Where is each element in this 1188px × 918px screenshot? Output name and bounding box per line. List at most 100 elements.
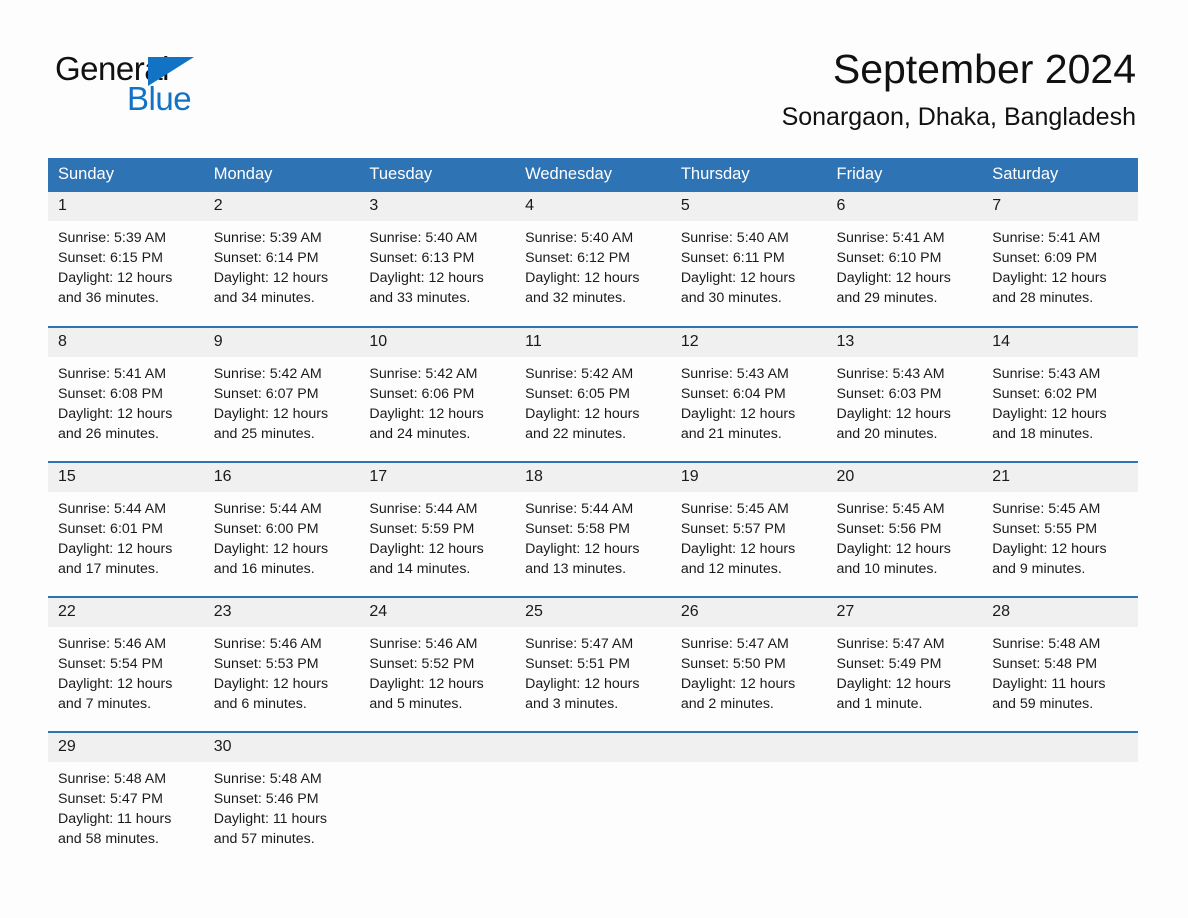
day-number: 6	[826, 192, 983, 221]
day-details: Sunrise: 5:40 AM Sunset: 6:11 PM Dayligh…	[671, 221, 827, 308]
weekday-header-wednesday: Wednesday	[515, 158, 671, 192]
sunrise-text: Sunrise: 5:47 AM	[525, 636, 634, 652]
day-cell[interactable]: 6 Sunrise: 5:41 AM Sunset: 6:10 PM Dayli…	[826, 192, 983, 327]
day-cell[interactable]: 8 Sunrise: 5:41 AM Sunset: 6:08 PM Dayli…	[48, 327, 204, 462]
day-cell[interactable]: 21 Sunrise: 5:45 AM Sunset: 5:55 PM Dayl…	[982, 462, 1138, 597]
daylight-text-line2: and 25 minutes.	[213, 426, 315, 442]
day-number: 27	[826, 598, 983, 627]
day-details: Sunrise: 5:44 AM Sunset: 6:01 PM Dayligh…	[48, 492, 204, 579]
daylight-text-line2: and 12 minutes.	[680, 561, 782, 577]
day-cell[interactable]: 26 Sunrise: 5:47 AM Sunset: 5:50 PM Dayl…	[670, 597, 827, 732]
daylight-text-line1: Daylight: 12 hours	[836, 541, 951, 557]
daylight-text-line2: and 29 minutes.	[836, 290, 938, 306]
day-details: Sunrise: 5:47 AM Sunset: 5:49 PM Dayligh…	[827, 627, 983, 714]
day-cell[interactable]: 9 Sunrise: 5:42 AM Sunset: 6:07 PM Dayli…	[203, 327, 360, 462]
weekday-header-sunday: Sunday	[48, 158, 204, 192]
day-number	[982, 733, 1138, 762]
sunset-text: Sunset: 6:03 PM	[836, 386, 942, 402]
day-cell[interactable]: 2 Sunrise: 5:39 AM Sunset: 6:14 PM Dayli…	[203, 192, 360, 327]
daylight-text-line2: and 1 minute.	[836, 696, 923, 712]
day-cell[interactable]: 5 Sunrise: 5:40 AM Sunset: 6:11 PM Dayli…	[670, 192, 827, 327]
day-number: 11	[515, 328, 671, 357]
day-details: Sunrise: 5:45 AM Sunset: 5:56 PM Dayligh…	[827, 492, 983, 579]
calendar-week-row: 22 Sunrise: 5:46 AM Sunset: 5:54 PM Dayl…	[48, 597, 1138, 732]
sunrise-text: Sunrise: 5:45 AM	[992, 501, 1101, 517]
daylight-text-line2: and 6 minutes.	[213, 696, 307, 712]
day-number	[826, 733, 983, 762]
weekday-header-friday: Friday	[826, 158, 983, 192]
daylight-text-line1: Daylight: 12 hours	[58, 676, 173, 692]
sunset-text: Sunset: 6:01 PM	[58, 521, 163, 537]
sunrise-text: Sunrise: 5:41 AM	[992, 230, 1101, 246]
sunset-text: Sunset: 6:12 PM	[525, 250, 630, 266]
sunset-text: Sunset: 6:10 PM	[836, 250, 942, 266]
day-cell[interactable]: 29 Sunrise: 5:48 AM Sunset: 5:47 PM Dayl…	[48, 732, 204, 867]
day-cell[interactable]: 16 Sunrise: 5:44 AM Sunset: 6:00 PM Dayl…	[203, 462, 360, 597]
daylight-text-line1: Daylight: 12 hours	[525, 270, 640, 286]
day-cell[interactable]: 18 Sunrise: 5:44 AM Sunset: 5:58 PM Dayl…	[515, 462, 671, 597]
calendar-week-row: 8 Sunrise: 5:41 AM Sunset: 6:08 PM Dayli…	[48, 327, 1138, 462]
day-cell[interactable]: 3 Sunrise: 5:40 AM Sunset: 6:13 PM Dayli…	[359, 192, 516, 327]
day-cell[interactable]: 12 Sunrise: 5:43 AM Sunset: 6:04 PM Dayl…	[670, 327, 827, 462]
daylight-text-line2: and 3 minutes.	[525, 696, 619, 712]
daylight-text-line1: Daylight: 11 hours	[213, 811, 328, 827]
daylight-text-line1: Daylight: 12 hours	[836, 676, 951, 692]
daylight-text-line1: Daylight: 12 hours	[213, 676, 329, 692]
sunset-text: Sunset: 6:06 PM	[369, 386, 475, 402]
day-cell[interactable]: 15 Sunrise: 5:44 AM Sunset: 6:01 PM Dayl…	[48, 462, 204, 597]
weekday-header-tuesday: Tuesday	[359, 158, 516, 192]
day-number: 4	[515, 192, 671, 221]
day-number: 15	[48, 463, 204, 492]
calendar-header-row: Sunday Monday Tuesday Wednesday Thursday…	[48, 158, 1138, 192]
day-cell[interactable]: 11 Sunrise: 5:42 AM Sunset: 6:05 PM Dayl…	[515, 327, 671, 462]
day-cell[interactable]: 22 Sunrise: 5:46 AM Sunset: 5:54 PM Dayl…	[48, 597, 204, 732]
day-details: Sunrise: 5:39 AM Sunset: 6:14 PM Dayligh…	[204, 221, 360, 308]
sunrise-text: Sunrise: 5:40 AM	[369, 230, 478, 246]
sunrise-text: Sunrise: 5:48 AM	[58, 771, 167, 787]
sunset-text: Sunset: 5:52 PM	[369, 656, 475, 672]
day-details: Sunrise: 5:41 AM Sunset: 6:10 PM Dayligh…	[827, 221, 983, 308]
daylight-text-line1: Daylight: 12 hours	[369, 676, 484, 692]
daylight-text-line2: and 22 minutes.	[525, 426, 627, 442]
day-cell[interactable]: 17 Sunrise: 5:44 AM Sunset: 5:59 PM Dayl…	[359, 462, 516, 597]
day-cell[interactable]: 30 Sunrise: 5:48 AM Sunset: 5:46 PM Dayl…	[203, 732, 360, 867]
day-cell[interactable]: 1 Sunrise: 5:39 AM Sunset: 6:15 PM Dayli…	[48, 192, 204, 327]
weekday-header-monday: Monday	[203, 158, 360, 192]
daylight-text-line1: Daylight: 12 hours	[992, 541, 1107, 557]
day-cell[interactable]: 27 Sunrise: 5:47 AM Sunset: 5:49 PM Dayl…	[826, 597, 983, 732]
day-cell[interactable]: 7 Sunrise: 5:41 AM Sunset: 6:09 PM Dayli…	[982, 192, 1138, 327]
day-cell[interactable]: 14 Sunrise: 5:43 AM Sunset: 6:02 PM Dayl…	[982, 327, 1138, 462]
daylight-text-line2: and 36 minutes.	[58, 290, 159, 306]
day-number: 1	[48, 192, 204, 221]
day-details	[359, 762, 515, 769]
day-cell[interactable]: 10 Sunrise: 5:42 AM Sunset: 6:06 PM Dayl…	[359, 327, 516, 462]
day-number: 24	[359, 598, 516, 627]
generalblue-logo[interactable]: General Blue	[55, 52, 205, 115]
daylight-text-line1: Daylight: 12 hours	[992, 270, 1107, 286]
day-number: 12	[670, 328, 827, 357]
day-cell[interactable]: 25 Sunrise: 5:47 AM Sunset: 5:51 PM Dayl…	[515, 597, 671, 732]
day-number: 17	[359, 463, 516, 492]
daylight-text-line1: Daylight: 12 hours	[680, 270, 796, 286]
day-cell[interactable]: 19 Sunrise: 5:45 AM Sunset: 5:57 PM Dayl…	[670, 462, 827, 597]
day-cell[interactable]: 28 Sunrise: 5:48 AM Sunset: 5:48 PM Dayl…	[982, 597, 1138, 732]
day-cell-empty	[670, 732, 827, 867]
day-cell[interactable]: 23 Sunrise: 5:46 AM Sunset: 5:53 PM Dayl…	[203, 597, 360, 732]
day-details: Sunrise: 5:40 AM Sunset: 6:12 PM Dayligh…	[515, 221, 671, 308]
day-cell[interactable]: 4 Sunrise: 5:40 AM Sunset: 6:12 PM Dayli…	[515, 192, 671, 327]
day-cell[interactable]: 24 Sunrise: 5:46 AM Sunset: 5:52 PM Dayl…	[359, 597, 516, 732]
daylight-text-line1: Daylight: 12 hours	[369, 270, 484, 286]
day-cell[interactable]: 20 Sunrise: 5:45 AM Sunset: 5:56 PM Dayl…	[826, 462, 983, 597]
calendar-week-row: 1 Sunrise: 5:39 AM Sunset: 6:15 PM Dayli…	[48, 192, 1138, 327]
daylight-text-line2: and 14 minutes.	[369, 561, 471, 577]
day-details: Sunrise: 5:48 AM Sunset: 5:46 PM Dayligh…	[204, 762, 360, 849]
sunrise-text: Sunrise: 5:43 AM	[680, 366, 789, 382]
daylight-text-line2: and 5 minutes.	[369, 696, 463, 712]
sunrise-text: Sunrise: 5:40 AM	[680, 230, 789, 246]
sunset-text: Sunset: 6:15 PM	[58, 250, 163, 266]
day-details: Sunrise: 5:43 AM Sunset: 6:02 PM Dayligh…	[982, 357, 1138, 444]
sunrise-text: Sunrise: 5:42 AM	[369, 366, 478, 382]
day-details: Sunrise: 5:46 AM Sunset: 5:52 PM Dayligh…	[359, 627, 515, 714]
day-cell[interactable]: 13 Sunrise: 5:43 AM Sunset: 6:03 PM Dayl…	[826, 327, 983, 462]
sunrise-text: Sunrise: 5:44 AM	[58, 501, 167, 517]
